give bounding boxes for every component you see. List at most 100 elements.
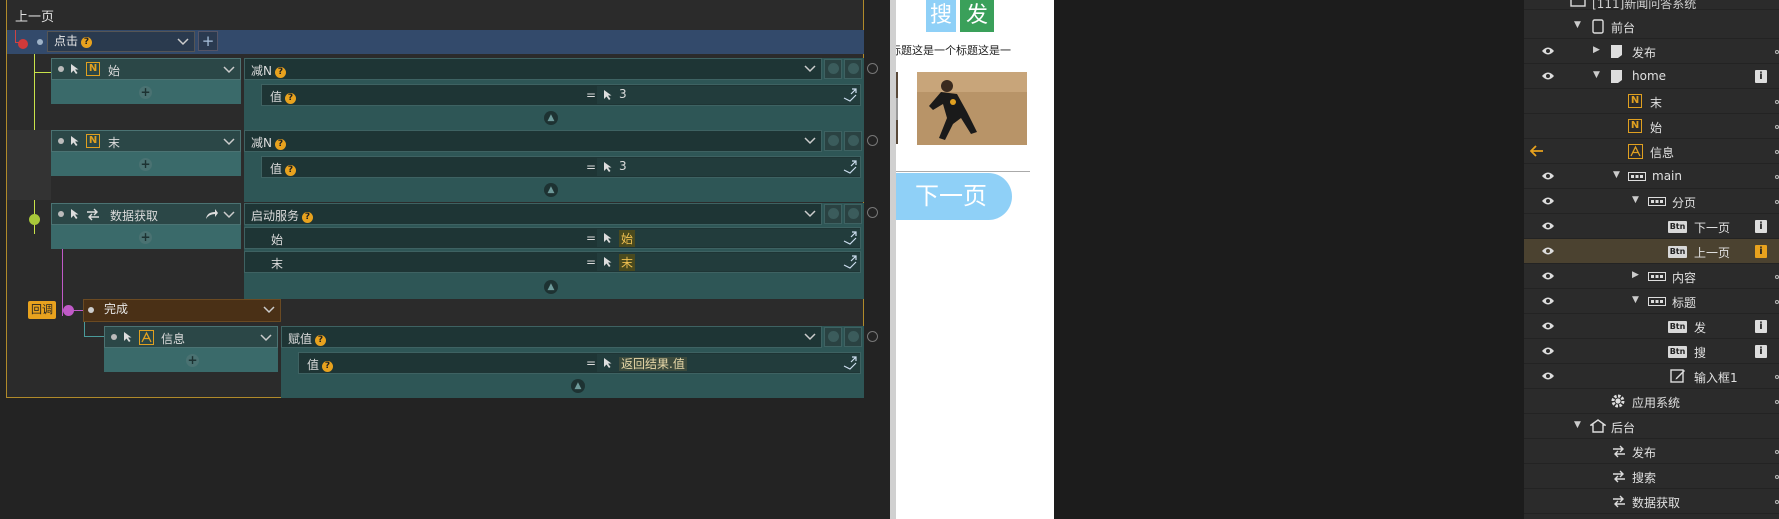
tree-item-backend[interactable]: ▼ 后台 <box>1524 414 1779 439</box>
collapse-icon[interactable]: ▲ <box>544 183 558 197</box>
refresh-button[interactable] <box>824 204 842 224</box>
add-event-button[interactable]: + <box>198 31 218 51</box>
chevron-down-icon[interactable] <box>222 205 236 224</box>
target-icon[interactable] <box>867 63 878 74</box>
target-icon[interactable] <box>867 331 878 342</box>
expand-icon[interactable] <box>842 230 858 246</box>
help-icon[interactable]: ? <box>285 165 297 176</box>
eye-icon[interactable] <box>1541 321 1555 331</box>
add-action-icon[interactable]: + <box>139 86 152 99</box>
eye-icon[interactable] <box>1541 271 1555 281</box>
triangle-down-icon[interactable]: ▼ <box>1632 295 1642 305</box>
eye-icon[interactable] <box>1541 296 1555 306</box>
callback-dropdown[interactable]: 完成 <box>83 299 281 322</box>
edge-handle-icon[interactable] <box>1775 400 1779 404</box>
expand-icon[interactable] <box>842 87 858 103</box>
drag-handle-icon[interactable] <box>58 211 64 217</box>
action-header[interactable]: 信息 <box>104 326 278 348</box>
tree-item-end-var[interactable]: N 末 <box>1524 89 1779 114</box>
edge-handle-icon[interactable] <box>1775 375 1779 379</box>
eye-icon[interactable] <box>1541 246 1555 256</box>
info-icon[interactable]: i <box>1755 70 1767 83</box>
edge-handle-icon[interactable] <box>1775 175 1779 179</box>
collapse-icon[interactable]: ▲ <box>571 379 585 393</box>
add-action-icon[interactable]: + <box>139 231 152 244</box>
event-dropdown[interactable]: 点击? <box>47 31 195 52</box>
help-icon[interactable]: ? <box>274 139 286 150</box>
method-dropdown[interactable]: 启动服务? <box>244 203 822 225</box>
eye-icon[interactable] <box>1541 371 1555 381</box>
event-handle-icon[interactable] <box>37 39 43 45</box>
triangle-down-icon[interactable]: ▼ <box>1613 170 1623 180</box>
tree-item-prev-page[interactable]: Btn 上一页 i <box>1524 239 1779 264</box>
param-value-field[interactable]: 始 <box>597 229 860 247</box>
add-action-icon[interactable]: + <box>186 354 199 367</box>
triangle-down-icon[interactable]: ▼ <box>1593 70 1603 80</box>
tree-item-publish-service[interactable]: 发布 <box>1524 439 1779 464</box>
help-icon[interactable]: ? <box>302 212 314 223</box>
info-icon[interactable]: i <box>1755 220 1767 233</box>
help-icon[interactable]: ? <box>315 335 327 346</box>
triangle-right-icon[interactable]: ▶ <box>1632 270 1642 280</box>
action-header[interactable]: 数据获取 <box>51 203 241 225</box>
expand-icon[interactable] <box>842 355 858 371</box>
tree-item-fetch-service[interactable]: 数据获取 <box>1524 489 1779 514</box>
edge-handle-icon[interactable] <box>1775 500 1779 504</box>
chevron-down-icon[interactable] <box>259 328 273 347</box>
chevron-down-icon[interactable] <box>222 60 236 79</box>
tree-item-search-btn[interactable]: Btn 搜 i <box>1524 339 1779 364</box>
help-icon[interactable]: ? <box>322 361 334 372</box>
drag-handle-icon[interactable] <box>111 334 117 340</box>
tree-item-pagination[interactable]: ▼ 分页 <box>1524 189 1779 214</box>
edge-handle-icon[interactable] <box>1775 125 1779 129</box>
edge-handle-icon[interactable] <box>1775 200 1779 204</box>
expand-icon[interactable] <box>842 254 858 270</box>
triangle-down-icon[interactable]: ▼ <box>1574 20 1584 30</box>
tree-item-start-var[interactable]: N 始 <box>1524 114 1779 139</box>
help-icon[interactable]: ? <box>81 37 93 48</box>
tree-root-row[interactable]: [111]新闻问答系统 <box>1524 0 1779 11</box>
info-icon[interactable]: i <box>1755 245 1767 258</box>
edge-handle-icon[interactable] <box>1775 275 1779 279</box>
expand-icon[interactable] <box>842 159 858 175</box>
param-value-field[interactable]: 返回结果.值 <box>597 354 860 372</box>
info-icon[interactable]: i <box>1755 320 1767 333</box>
method-dropdown[interactable]: 赋值? <box>281 326 822 348</box>
run-button[interactable] <box>844 204 862 224</box>
param-value-field[interactable]: 3 <box>597 158 860 176</box>
triangle-right-icon[interactable]: ▶ <box>1593 45 1603 55</box>
edge-handle-icon[interactable] <box>1775 475 1779 479</box>
tree-item-title[interactable]: ▼ 标题 <box>1524 289 1779 314</box>
run-button[interactable] <box>844 131 862 151</box>
tree-item-next-page[interactable]: Btn 下一页 i <box>1524 214 1779 239</box>
eye-icon[interactable] <box>1541 46 1555 56</box>
refresh-button[interactable] <box>824 131 842 151</box>
tree-item-content[interactable]: ▶ 内容 <box>1524 264 1779 289</box>
eye-icon[interactable] <box>1541 71 1555 81</box>
tree-item-search-service[interactable]: 搜索 <box>1524 464 1779 489</box>
preview-next-page-button[interactable]: 下一页 <box>890 173 1012 220</box>
edge-handle-icon[interactable] <box>1775 150 1779 154</box>
redirect-icon[interactable] <box>205 208 219 220</box>
target-icon[interactable] <box>867 207 878 218</box>
eye-icon[interactable] <box>1541 196 1555 206</box>
edge-handle-icon[interactable] <box>1775 450 1779 454</box>
tree-item-publish-page[interactable]: ▶ 发布 <box>1524 39 1779 64</box>
eye-icon[interactable] <box>1541 221 1555 231</box>
target-icon[interactable] <box>867 135 878 146</box>
callback-badge[interactable]: 回调 <box>28 301 56 319</box>
tree-item-frontend[interactable]: ▼ 前台 <box>1524 14 1779 39</box>
action-header[interactable]: N 末 <box>51 130 241 152</box>
edge-handle-icon[interactable] <box>1775 100 1779 104</box>
preview-publish-button[interactable]: 发 <box>960 0 994 32</box>
run-button[interactable] <box>844 59 862 79</box>
preview-search-button[interactable]: 搜 <box>926 0 956 32</box>
help-icon[interactable]: ? <box>285 93 297 104</box>
help-icon[interactable]: ? <box>274 67 286 78</box>
tree-item-publish-btn[interactable]: Btn 发 i <box>1524 314 1779 339</box>
edge-handle-icon[interactable] <box>1775 300 1779 304</box>
refresh-button[interactable] <box>824 327 842 347</box>
tree-item-info-var[interactable]: 信息 <box>1524 139 1779 164</box>
collapse-icon[interactable]: ▲ <box>544 280 558 294</box>
action-header[interactable]: N 始 <box>51 58 241 80</box>
